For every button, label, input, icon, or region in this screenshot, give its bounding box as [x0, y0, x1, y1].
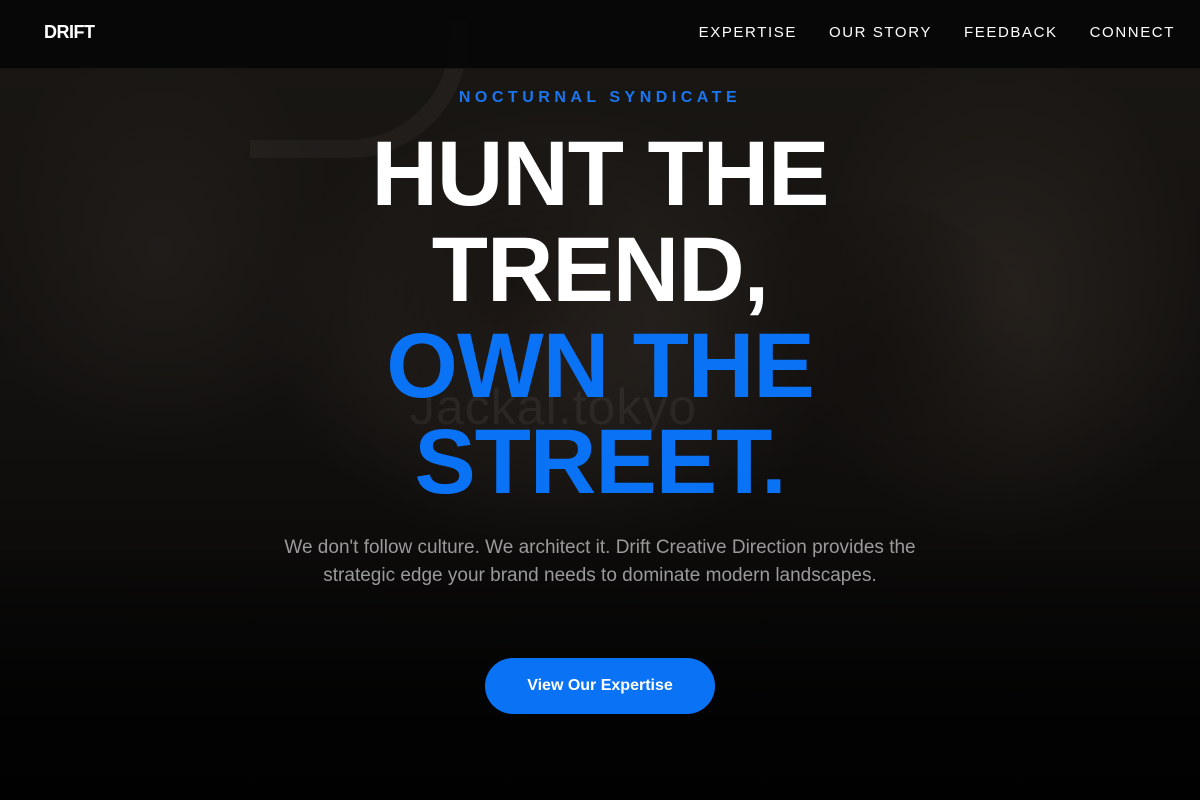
hero-eyebrow: NOCTURNAL SYNDICATE [458, 89, 742, 106]
main-nav: EXPERTISE OUR STORY FEEDBACK CONNECT [667, 24, 1175, 41]
page: Jackal.tokyo DRIFT EXPERTISE OUR STORY F… [0, 0, 1200, 800]
hero-description: We don't follow culture. We architect it… [284, 537, 916, 586]
headline-line-1: HUNT THE [371, 123, 829, 225]
nav-link-our-story[interactable]: OUR STORY [829, 24, 932, 41]
nav-link-connect[interactable]: CONNECT [1090, 24, 1175, 41]
view-expertise-button[interactable]: View Our Expertise [485, 658, 715, 714]
headline-line-2: TREND, [431, 219, 769, 321]
hero-headline: HUNT THE TREND, OWN THE STREET. [0, 126, 1200, 510]
logo[interactable]: DRIFT [44, 22, 95, 43]
site-header: DRIFT EXPERTISE OUR STORY FEEDBACK CONNE… [0, 0, 1200, 69]
nav-link-feedback[interactable]: FEEDBACK [964, 24, 1058, 41]
headline-line-4: STREET. [414, 411, 786, 513]
headline-line-3: OWN THE [386, 315, 814, 417]
nav-link-expertise[interactable]: EXPERTISE [699, 24, 797, 41]
